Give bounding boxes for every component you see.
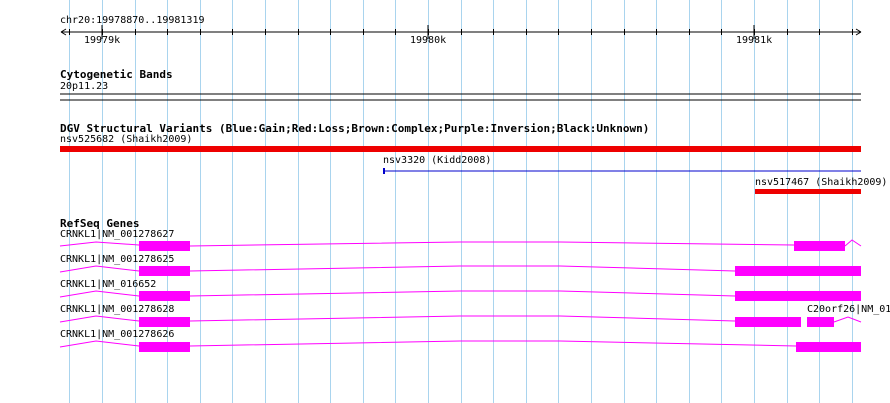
gene-model-nm-016652[interactable]	[59, 290, 861, 301]
gene-exon	[735, 266, 861, 276]
gene-label[interactable]: CRNKL1|NM_001278626	[60, 329, 174, 341]
gene-label[interactable]: CRNKL1|NM_001278627	[60, 229, 174, 241]
gene-intron-line	[844, 239, 862, 247]
gene-label[interactable]: CRNKL1|NM_001278628	[60, 304, 174, 316]
track-graphics	[59, 25, 862, 352]
variant-bar-nsv525682[interactable]	[60, 146, 861, 152]
ruler-tick-label: 19979k	[84, 35, 121, 46]
variant-bar-nsv517467[interactable]	[755, 189, 861, 194]
variant-start-nsv3320	[383, 168, 385, 174]
gene-model-nm-001278625[interactable]	[59, 265, 861, 276]
gene-model-nm-001278628[interactable]	[59, 315, 801, 327]
gene-exon	[807, 317, 834, 327]
variant-label[interactable]: nsv3320 (Kidd2008)	[383, 155, 491, 167]
gene-exon	[139, 241, 190, 251]
gene-model-c20orf26[interactable]	[807, 316, 862, 327]
gene-exon	[139, 291, 190, 301]
gene-model-nm-001278627[interactable]	[59, 239, 862, 251]
gene-exon	[139, 266, 190, 276]
cytoband-label: 20p11.23	[60, 81, 109, 92]
ruler-location: chr20:19978870..19981319	[60, 15, 205, 26]
gene-exon	[794, 241, 845, 251]
ruler-tick-label: 19980k	[410, 35, 447, 46]
gene-label[interactable]: CRNKL1|NM_001278625	[60, 254, 174, 266]
gene-label[interactable]: C20orf26|NM_01	[807, 304, 890, 316]
gene-exon	[139, 317, 190, 327]
gene-exon	[735, 291, 861, 301]
gene-model-nm-001278626[interactable]	[59, 340, 861, 352]
gene-intron-line	[833, 316, 862, 323]
gene-exon	[796, 342, 861, 352]
ruler-tick-label: 19981k	[736, 35, 773, 46]
gene-exon	[139, 342, 190, 352]
variant-label[interactable]: nsv525682 (Shaikh2009)	[60, 134, 192, 146]
gene-exon	[735, 317, 801, 327]
variant-label[interactable]: nsv517467 (Shaikh2009)	[755, 177, 887, 189]
gene-label[interactable]: CRNKL1|NM_016652	[60, 279, 156, 291]
genome-browser-view: chr20:19978870..19981319 19979k 19980k 1…	[0, 0, 890, 403]
track-title-cytoband[interactable]: Cytogenetic Bands	[60, 68, 173, 81]
